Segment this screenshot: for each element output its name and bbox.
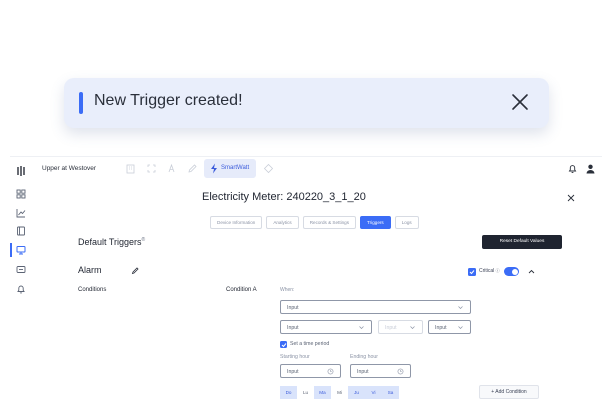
reset-default-values-button[interactable]: Reset Default Values xyxy=(482,235,562,249)
message-icon[interactable] xyxy=(15,264,27,276)
chevron-down-icon xyxy=(410,326,415,329)
tab-device-information[interactable]: Device Information xyxy=(210,216,263,229)
app-switch-smartwatt[interactable]: SmartWatt xyxy=(204,159,256,178)
notification-bell-icon[interactable] xyxy=(567,163,578,174)
day-toggle-mi[interactable]: Mi xyxy=(331,386,348,399)
section-title: Default Triggers® xyxy=(78,237,145,247)
tab-logs[interactable]: Logs xyxy=(394,216,419,229)
app-window: Upper at Westover SmartWatt Electricity … xyxy=(10,156,602,403)
operator-select-value: Input xyxy=(385,325,397,331)
value-select[interactable]: Input xyxy=(428,320,471,334)
sidebar xyxy=(10,157,32,403)
day-selector: Do Lu Ma Mi Ju Vi Sa xyxy=(280,386,399,399)
toast-accent-bar xyxy=(79,92,83,114)
checkmark-icon xyxy=(469,270,475,275)
tab-triggers[interactable]: Triggers xyxy=(360,216,391,229)
alarm-enable-toggle[interactable] xyxy=(504,267,519,276)
tab-records-settings[interactable]: Records & Settings xyxy=(302,216,357,229)
time-period-checkbox[interactable] xyxy=(280,341,287,348)
condition-a-label: Condition A xyxy=(226,287,257,293)
day-toggle-sa[interactable]: Sa xyxy=(382,386,399,399)
clock-icon xyxy=(327,368,334,375)
diamond-icon[interactable] xyxy=(263,163,274,174)
edit-pencil-icon[interactable] xyxy=(131,266,140,275)
chevron-down-icon xyxy=(458,306,463,309)
starting-hour-value: Input xyxy=(287,369,299,375)
starting-hour-input[interactable]: Input xyxy=(280,364,341,378)
tab-bar: Device Information Analytics Records & S… xyxy=(210,216,419,230)
sidebar-active-indicator xyxy=(10,243,12,257)
metric-select-value: Input xyxy=(287,325,299,331)
when-select[interactable]: Input xyxy=(280,300,471,314)
add-condition-button[interactable]: + Add Condition xyxy=(479,385,539,399)
tab-analytics[interactable]: Analytics xyxy=(266,216,299,229)
toast-notification: New Trigger created! xyxy=(64,78,549,128)
day-toggle-ju[interactable]: Ju xyxy=(348,386,365,399)
building-icon[interactable] xyxy=(125,163,136,174)
metric-select[interactable]: Input xyxy=(280,320,372,334)
bell-icon[interactable] xyxy=(15,283,27,295)
chevron-down-icon xyxy=(458,326,463,329)
starting-hour-label: Starting hour xyxy=(280,354,310,360)
top-bar: Upper at Westover SmartWatt xyxy=(32,157,602,181)
info-icon[interactable]: ® xyxy=(142,237,146,243)
app-name: SmartWatt xyxy=(221,165,250,171)
day-toggle-do[interactable]: Do xyxy=(280,386,297,399)
when-select-value: Input xyxy=(287,305,299,311)
when-label: When: xyxy=(280,287,295,293)
main-panel: Electricity Meter: 240220_3_1_20 Device … xyxy=(32,181,602,403)
critical-info-icon: ⓘ xyxy=(495,268,500,273)
alarm-title: Alarm xyxy=(78,265,102,275)
lightning-icon xyxy=(211,163,217,174)
close-panel-icon[interactable] xyxy=(566,193,576,203)
day-toggle-vi[interactable]: Vi xyxy=(365,386,382,399)
page-title: Electricity Meter: 240220_3_1_20 xyxy=(202,191,366,203)
critical-label: Critical ⓘ xyxy=(479,268,500,274)
close-icon[interactable] xyxy=(509,91,531,113)
ending-hour-input[interactable]: Input xyxy=(350,364,411,378)
day-toggle-ma[interactable]: Ma xyxy=(314,386,331,399)
ending-hour-label: Ending hour xyxy=(350,354,378,360)
toast-message: New Trigger created! xyxy=(94,92,243,109)
brand-logo-icon[interactable] xyxy=(15,165,27,177)
text-tool-icon[interactable] xyxy=(167,163,178,174)
operator-select[interactable]: Input xyxy=(378,320,423,334)
section-title-text: Default Triggers xyxy=(78,237,142,247)
device-icon[interactable] xyxy=(15,244,27,256)
day-toggle-lu[interactable]: Lu xyxy=(297,386,314,399)
critical-checkbox[interactable] xyxy=(468,268,476,276)
chevron-down-icon xyxy=(359,326,364,329)
chevron-up-icon[interactable] xyxy=(527,267,536,276)
critical-label-text: Critical xyxy=(479,268,495,274)
chart-icon[interactable] xyxy=(15,207,27,219)
ending-hour-value: Input xyxy=(357,369,369,375)
value-select-value: Input xyxy=(435,325,447,331)
conditions-label: Conditions xyxy=(78,287,107,293)
location-name[interactable]: Upper at Westover xyxy=(42,165,96,172)
clock-icon xyxy=(397,368,404,375)
checkmark-icon xyxy=(281,342,286,347)
pen-icon[interactable] xyxy=(187,163,198,174)
dashboard-icon[interactable] xyxy=(15,188,27,200)
book-icon[interactable] xyxy=(15,225,27,237)
user-avatar-icon[interactable] xyxy=(585,163,596,174)
expand-icon[interactable] xyxy=(146,163,157,174)
time-period-label: Set a time period xyxy=(290,341,330,347)
